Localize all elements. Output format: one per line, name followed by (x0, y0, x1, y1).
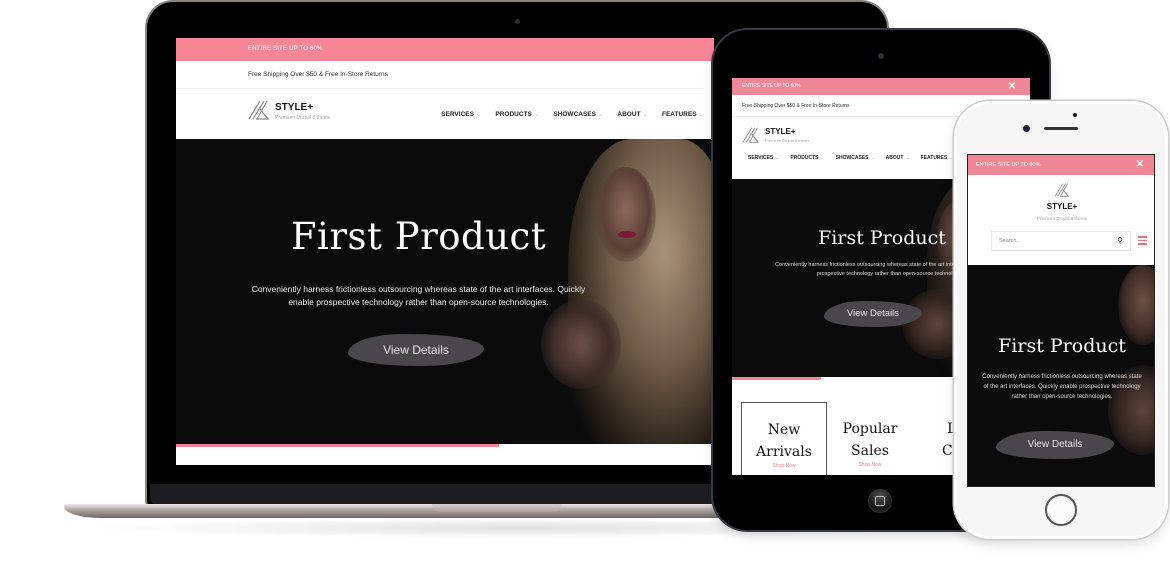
logo-tagline: Premium Drupal 8 theme (765, 138, 810, 143)
nav-label: PRODUCTS (790, 155, 819, 161)
nav-label: SHOWCASES (835, 155, 869, 161)
category-card-new-arrivals[interactable]: New Arrivals Shop Now (741, 402, 827, 475)
logo-name[interactable]: STYLE+ (275, 102, 313, 113)
chevron-down-icon: ⌄ (475, 111, 482, 118)
nav-item-about[interactable]: ABOUT ⌄ (886, 155, 910, 161)
device-mockup-showcase: ENTIRE SITE UP TO 60% Free Shipping Over… (0, 0, 1170, 563)
view-details-button[interactable]: View Details (348, 334, 484, 366)
nav-item-features[interactable]: FEATURES ⌄ (921, 155, 954, 161)
hero-slider: First Product Conveniently harness frict… (968, 265, 1154, 486)
hero-title: First Product (998, 335, 1126, 357)
promo-bar: ENTIRE SITE UP TO 60% ✕ (968, 155, 1154, 175)
nav-label: FEATURES (920, 155, 948, 161)
model-face-image (1118, 265, 1154, 345)
nav-label: PRODUCTS (495, 111, 532, 118)
tablet-camera (878, 53, 884, 59)
hero-description: Conveniently harness frictionless outsou… (982, 374, 1142, 400)
slide-progress-bar (176, 444, 714, 447)
slide-progress-fill (732, 377, 822, 380)
nav-item-about[interactable]: ABOUT ⌄ (617, 110, 648, 118)
nav-label: FEATURES (661, 111, 697, 118)
nav-item-showcases[interactable]: SHOWCASES ⌄ (836, 155, 875, 161)
nav-item-showcases[interactable]: SHOWCASES ⌄ (553, 110, 603, 118)
chevron-down-icon: ⌄ (905, 155, 910, 161)
category-title: New Arrivals (756, 422, 812, 460)
laptop-opening-notch (432, 504, 562, 512)
promo-text: ENTIRE SITE UP TO 60% (742, 83, 801, 89)
nav-item-services[interactable]: SERVICES ⌄ (748, 155, 779, 161)
view-details-button[interactable]: View Details (824, 301, 922, 327)
close-icon[interactable]: ✕ (1008, 78, 1016, 95)
chevron-down-icon: ⌄ (698, 111, 704, 118)
hamburger-menu-icon[interactable] (1138, 236, 1147, 247)
phone-speaker (1044, 127, 1078, 130)
phone-sensor (1073, 113, 1077, 117)
nav-item-services[interactable]: SERVICES ⌄ (441, 110, 481, 118)
style-plus-logo-icon[interactable] (1054, 183, 1070, 197)
promo-bar: ENTIRE SITE UP TO 60% ✕ (732, 78, 1030, 95)
chevron-down-icon: ⌄ (775, 155, 780, 161)
hero-title: First Product (290, 215, 547, 258)
logo-name[interactable]: STYLE+ (765, 127, 795, 136)
shipping-notice: Free Shipping Over $50 & Free In-Store R… (176, 61, 704, 89)
phone-home-button[interactable] (1045, 494, 1077, 526)
hero-description: Conveniently harness frictionless outsou… (251, 284, 586, 307)
nav-label: ABOUT (617, 111, 641, 118)
promo-bar: ENTIRE SITE UP TO 60% (176, 38, 714, 61)
laptop-screen: ENTIRE SITE UP TO 60% Free Shipping Over… (176, 38, 714, 465)
phone-screen: ENTIRE SITE UP TO 60% ✕ STYLE+ Premium D… (967, 154, 1155, 487)
nav-item-features[interactable]: FEATURES ⌄ (662, 110, 704, 118)
chevron-down-icon: ⌄ (642, 111, 648, 118)
site-header: STYLE+ Premium Drupal 8 theme Search... … (968, 175, 1154, 265)
nav-label: SERVICES (748, 155, 774, 161)
main-nav: SERVICES ⌄ PRODUCTS ⌄ SHOWCASES ⌄ ABOUT ⌄ FE… (748, 155, 972, 161)
category-title: Popular Sales (842, 421, 898, 459)
nav-item-products[interactable]: PRODUCTS ⌄ (790, 155, 824, 161)
search-input[interactable]: Search... ⚲ (991, 231, 1131, 251)
view-details-button[interactable]: View Details (996, 431, 1114, 459)
logo-name[interactable]: STYLE+ (968, 202, 1154, 211)
chevron-down-icon: ⌄ (597, 111, 604, 118)
search-placeholder: Search... (999, 238, 1022, 244)
promo-text: ENTIRE SITE UP TO 60% (976, 162, 1041, 168)
nav-label: SERVICES (441, 111, 474, 118)
nav-label: ABOUT (885, 155, 904, 161)
promo-text: ENTIRE SITE UP TO 60% (248, 46, 323, 52)
search-icon[interactable]: ⚲ (1117, 232, 1123, 250)
chevron-down-icon: ⌄ (949, 155, 954, 161)
site-header: STYLE+ Premium Drupal 8 theme SERVICES ⌄ … (176, 89, 714, 138)
logo-tagline: Premium Drupal 8 theme (275, 115, 331, 121)
hero-title: First Product (818, 227, 946, 249)
chevron-down-icon: ⌄ (533, 111, 540, 118)
nav-label: SHOWCASES (553, 111, 596, 118)
model-hand-image (541, 299, 621, 389)
style-plus-logo-icon[interactable] (248, 100, 270, 120)
style-plus-logo-icon[interactable] (742, 127, 760, 143)
nav-item-products[interactable]: PRODUCTS ⌄ (495, 110, 539, 118)
phone-camera (1023, 125, 1030, 132)
shop-now-link[interactable]: Shop Now (742, 463, 826, 469)
laptop-camera (515, 19, 520, 24)
close-icon[interactable]: ✕ (1136, 155, 1144, 175)
logo-tagline: Premium Drupal 8 theme (1036, 216, 1088, 221)
chevron-down-icon: ⌄ (820, 155, 825, 161)
hero-slider: First Product Conveniently harness frict… (176, 139, 714, 446)
slide-progress-fill (176, 444, 499, 447)
chevron-down-icon: ⌄ (870, 155, 875, 161)
home-square-icon (875, 496, 885, 506)
shop-now-link[interactable]: Shop Now (827, 462, 913, 468)
main-nav: SERVICES ⌄ PRODUCTS ⌄ SHOWCASES ⌄ ABOUT ⌄ FE… (441, 110, 704, 118)
category-card-popular-sales[interactable]: Popular Sales Shop Now (827, 402, 913, 475)
